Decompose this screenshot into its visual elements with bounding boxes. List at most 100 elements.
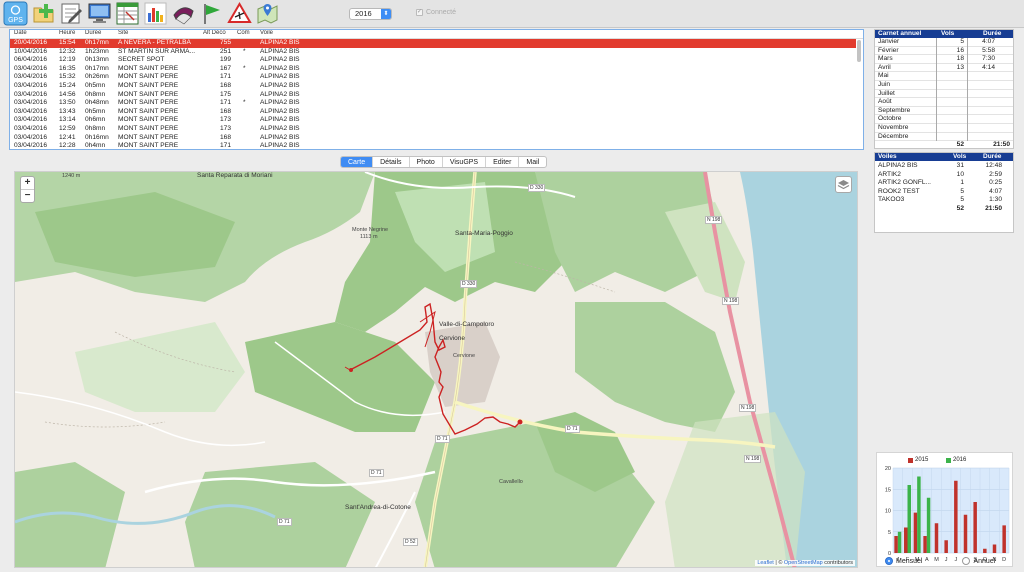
tab-carte[interactable]: Carte <box>341 157 373 167</box>
statistics-button[interactable] <box>143 1 168 26</box>
table-row[interactable]: 03/04/2016 13:50 0h48mn MONT SAINT PERE 171 *… <box>10 99 856 108</box>
sites-button[interactable] <box>199 1 224 26</box>
cell-time: 15:54 <box>59 39 76 46</box>
gps-button[interactable]: GPS <box>3 1 28 26</box>
radio-mensuel[interactable]: Mensuel <box>885 557 922 565</box>
carnet-header: Carnet annuel Vols Durée <box>875 30 1013 38</box>
zoom-out-button[interactable]: − <box>21 190 34 203</box>
display-button[interactable] <box>87 1 112 26</box>
table-row[interactable]: 03/04/2016 12:41 0h16mn MONT SAINT PERE 168 A… <box>10 134 856 143</box>
map-pin-button[interactable] <box>255 1 280 26</box>
cell-duration: 0h48mn <box>85 99 109 107</box>
wing-row[interactable]: ARTIK2 GONFL... 1 0:25 <box>875 179 1013 188</box>
flights-table[interactable]: Date Heure Durée Site Alt Déco Com Voile… <box>9 29 864 150</box>
connect-checkbox[interactable]: ✓ Connecté <box>416 9 456 16</box>
cell-time: 12:28 <box>59 142 76 150</box>
cell-alt: 173 <box>219 125 231 132</box>
column-header[interactable]: Site <box>118 30 128 36</box>
month-duree: 4:14 <box>982 63 995 71</box>
column-header[interactable]: Voile <box>260 30 273 36</box>
column-header[interactable]: Com <box>237 30 250 36</box>
table-row[interactable]: 20/04/2016 15:54 0h17mn A NEVERA - PETRALBA… <box>10 39 856 48</box>
tab-photo[interactable]: Photo <box>408 157 442 167</box>
cell-date: 03/04/2016 <box>14 116 48 124</box>
toolbar: GPS 2016 ⬍ ✓ Connecté <box>0 0 1024 28</box>
wing-row[interactable]: ROOK2 TEST 5 4:07 <box>875 188 1013 197</box>
month-row[interactable]: Juillet <box>875 90 1013 99</box>
month-row[interactable]: Avril 13 4:14 <box>875 64 1013 73</box>
table-row[interactable]: 03/04/2016 16:35 0h17mn MONT SAINT PERE 167 *… <box>10 65 856 74</box>
month-row[interactable]: Décembre <box>875 133 1013 142</box>
month-row[interactable]: Juin <box>875 81 1013 90</box>
month-row[interactable]: Mai <box>875 72 1013 81</box>
radio-annuel[interactable]: Annuel <box>962 557 995 565</box>
airspace-button[interactable] <box>227 1 252 26</box>
cell-alt: 168 <box>219 107 231 115</box>
wing-row[interactable]: ALPINA2 BIS 31 12:48 <box>875 162 1013 171</box>
wing-button[interactable] <box>171 1 196 26</box>
layers-button[interactable] <box>835 176 852 193</box>
cell-site: MONT SAINT PERE <box>118 99 179 107</box>
column-header[interactable]: Durée <box>85 30 101 36</box>
cell-alt: 171 <box>219 99 231 107</box>
edit-button[interactable] <box>59 1 84 26</box>
month-row[interactable]: Janvier 5 4:07 <box>875 38 1013 47</box>
cell-alt: 175 <box>219 90 231 98</box>
divider <box>967 38 968 141</box>
zoom-in-button[interactable]: + <box>21 177 34 190</box>
cell-duration: 0h4mn <box>85 142 106 150</box>
logbook-button[interactable] <box>115 1 140 26</box>
table-row[interactable]: 03/04/2016 15:24 0h5mn MONT SAINT PERE 168 AL… <box>10 82 856 91</box>
month-row[interactable]: Octobre <box>875 115 1013 124</box>
table-row[interactable]: 06/04/2016 12:19 0h13mn SECRET SPOT 199 ALPIN… <box>10 56 856 65</box>
tab-mail[interactable]: Mail <box>518 157 546 167</box>
cell-alt: 167 <box>219 64 231 72</box>
month-row[interactable]: Août <box>875 98 1013 107</box>
voiles-col-duree: Durée <box>983 153 1002 160</box>
column-header[interactable]: Heure <box>59 30 75 36</box>
divider <box>936 38 937 141</box>
road-shield: N 198 <box>722 297 740 305</box>
month-row[interactable]: Mars 18 7:30 <box>875 55 1013 64</box>
tab-visugps[interactable]: VisuGPS <box>441 157 485 167</box>
month-name: Décembre <box>878 132 909 140</box>
road-shield: D 71 <box>435 435 450 443</box>
road-shield: D 330 <box>528 184 546 192</box>
column-header[interactable]: Alt Déco <box>203 30 226 36</box>
wing-row[interactable]: ARTIK2 10 2:59 <box>875 171 1013 180</box>
cell-com: * <box>243 47 246 55</box>
year-select[interactable]: 2016 ⬍ <box>349 8 392 20</box>
cell-duration: 0h5mn <box>85 82 106 89</box>
table-row[interactable]: 03/04/2016 14:56 0h8mn MONT SAINT PERE 175 AL… <box>10 91 856 100</box>
cell-date: 06/04/2016 <box>14 56 48 64</box>
green-flag-icon <box>204 4 220 24</box>
month-row[interactable]: Novembre <box>875 124 1013 133</box>
tab-details[interactable]: Détails <box>372 157 408 167</box>
wing-name: ROOK2 TEST <box>878 187 920 195</box>
cell-date: 03/04/2016 <box>14 64 48 72</box>
table-row[interactable]: 03/04/2016 13:43 0h5mn MONT SAINT PERE 168 AL… <box>10 108 856 117</box>
table-row[interactable]: 03/04/2016 13:14 0h6mn MONT SAINT PERE 173 AL… <box>10 116 856 125</box>
table-row[interactable]: 03/04/2016 15:32 0h26mn MONT SAINT PERE 171 A… <box>10 73 856 82</box>
wing-row[interactable]: TAKOO3 5 1:30 <box>875 196 1013 205</box>
bar <box>904 527 908 553</box>
cell-wing: ALPINA2 BIS <box>260 73 300 81</box>
scrollbar[interactable] <box>857 40 861 62</box>
view-tabs: Carte Détails Photo VisuGPS Editer Mail <box>340 156 548 168</box>
column-header[interactable]: Date <box>14 30 27 36</box>
table-row[interactable]: 10/04/2016 12:32 1h23mn ST MARTIN SUR ARMA.… <box>10 48 856 57</box>
wing-name: ARTIK2 GONFL... <box>878 179 932 187</box>
attribution-tail: contributors <box>822 560 853 566</box>
month-row[interactable]: Septembre <box>875 107 1013 116</box>
table-row[interactable]: 03/04/2016 12:28 0h4mn MONT SAINT PERE 171 AL… <box>10 142 856 150</box>
leaflet-link[interactable]: Leaflet <box>757 560 774 566</box>
cell-wing: ALPINA2 BIS <box>260 99 300 107</box>
month-row[interactable]: Février 16 5:58 <box>875 47 1013 56</box>
osm-link[interactable]: OpenStreetMap <box>784 560 823 566</box>
table-row[interactable]: 03/04/2016 12:59 0h8mn MONT SAINT PERE 173 AL… <box>10 125 856 134</box>
tab-editer[interactable]: Editer <box>485 157 518 167</box>
month-vols: 18 <box>956 55 964 63</box>
map-view[interactable]: Santa Reparata di Moriani Monte Negrine … <box>14 171 858 568</box>
add-flight-button[interactable] <box>31 1 56 26</box>
bar <box>934 523 939 553</box>
